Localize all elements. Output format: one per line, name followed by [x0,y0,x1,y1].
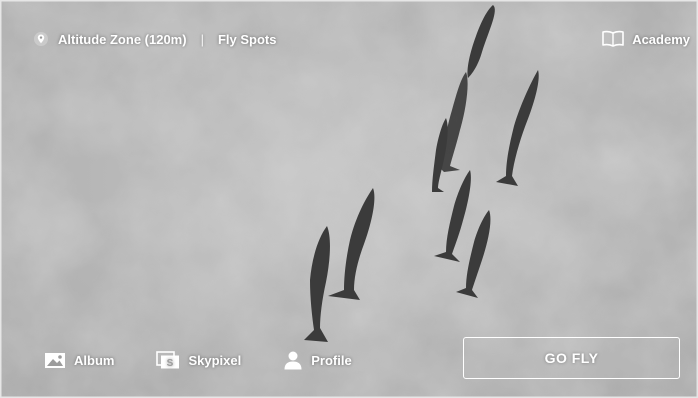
album-label: Album [74,352,115,368]
skypixel-icon: S [156,351,180,369]
nav-skypixel[interactable]: S Skypixel [156,351,241,369]
fly-spots-link[interactable]: Fly Spots [218,32,277,47]
top-left-bar: Altitude Zone (120m) | Fly Spots [34,30,276,48]
skypixel-label: Skypixel [188,352,242,368]
home-screen: Altitude Zone (120m) | Fly Spots Academy… [0,0,698,398]
altitude-zone-link[interactable]: Altitude Zone (120m) [58,32,187,47]
academy-label: Academy [632,31,690,47]
map-pin-icon[interactable] [34,32,48,46]
person-icon [283,350,303,370]
nav-album[interactable]: Album [44,352,114,369]
bottom-nav: Album S Skypixel Profile [44,346,394,374]
nav-profile[interactable]: Profile [283,350,352,370]
go-fly-button[interactable]: GO FLY [463,337,680,379]
separator: | [200,31,204,47]
academy-button[interactable]: Academy [602,28,690,50]
book-icon [602,30,624,48]
profile-label: Profile [311,352,352,368]
image-icon [44,352,66,369]
svg-text:S: S [167,358,174,369]
